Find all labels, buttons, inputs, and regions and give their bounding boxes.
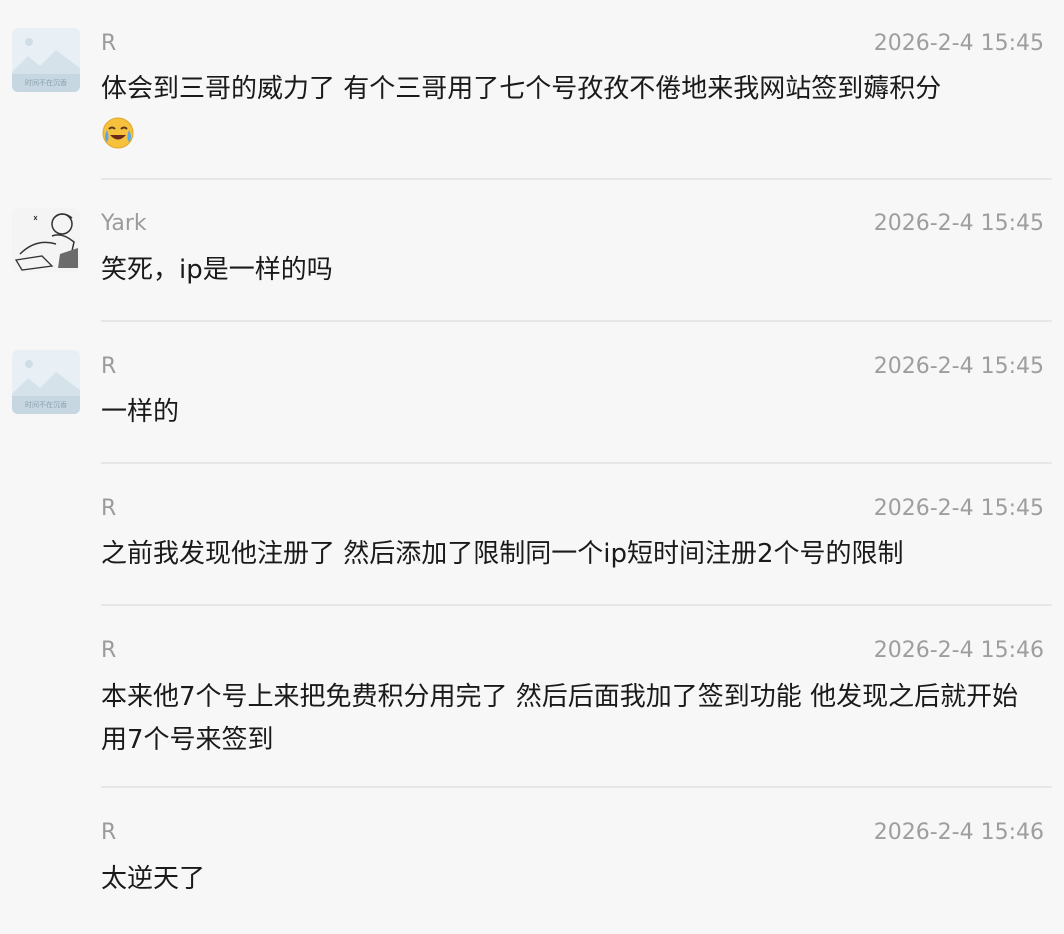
message-timestamp: 2026-2-4 15:45: [873, 354, 1044, 379]
sender-name: R: [101, 31, 117, 56]
avatar[interactable]: [12, 208, 80, 272]
message-timestamp: 2026-2-4 15:45: [873, 211, 1044, 236]
avatar[interactable]: 时间不在沉香: [12, 350, 80, 414]
message-body: 体会到三哥的威力了 有个三哥用了七个号孜孜不倦地来我网站签到薅积分: [101, 74, 942, 104]
message-timestamp: 2026-2-4 15:45: [873, 31, 1044, 56]
avatar-caption: 时间不在沉香: [25, 400, 67, 409]
avatar-caption: 时间不在沉香: [25, 78, 67, 87]
message-timestamp: 2026-2-4 15:46: [873, 820, 1044, 845]
sender-name: R: [101, 496, 117, 521]
landscape-placeholder-icon: 时间不在沉香: [12, 350, 80, 414]
message-item: R 2026-2-4 15:45 之前我发现他注册了 然后添加了限制同一个ip短…: [0, 464, 1064, 606]
message-item: Yark 2026-2-4 15:45 笑死，ip是一样的吗: [0, 180, 1064, 322]
sketch-character-avatar-icon: [12, 208, 80, 272]
message-text: 太逆天了: [101, 864, 206, 894]
sender-name: Yark: [101, 211, 147, 236]
landscape-placeholder-icon: 时间不在沉香: [12, 28, 80, 92]
sender-name: R: [101, 638, 117, 663]
message-item: R 2026-2-4 15:46 太逆天了: [0, 788, 1064, 934]
message-text: 本来他7个号上来把免费积分用完了 然后后面我加了签到功能 他发现之后就开始用7个…: [101, 682, 1019, 755]
message-item: 时间不在沉香 R 2026-2-4 15:45 体会到三哥的威力了 有个三哥用了…: [0, 0, 1064, 180]
chat-message-list: 时间不在沉香 R 2026-2-4 15:45 体会到三哥的威力了 有个三哥用了…: [0, 0, 1064, 934]
message-text: 一样的: [101, 397, 180, 427]
message-timestamp: 2026-2-4 15:45: [873, 496, 1044, 521]
message-item: 时间不在沉香 R 2026-2-4 15:45 一样的: [0, 322, 1064, 464]
message-timestamp: 2026-2-4 15:46: [873, 638, 1044, 663]
message-item: R 2026-2-4 15:46 本来他7个号上来把免费积分用完了 然后后面我加…: [0, 606, 1064, 788]
loudly-crying-laughing-emoji-icon: [101, 116, 135, 150]
sender-name: R: [101, 820, 117, 845]
sender-name: R: [101, 354, 117, 379]
message-text: 之前我发现他注册了 然后添加了限制同一个ip短时间注册2个号的限制: [101, 539, 904, 569]
message-text: 笑死，ip是一样的吗: [101, 255, 333, 285]
message-text: 体会到三哥的威力了 有个三哥用了七个号孜孜不倦地来我网站签到薅积分: [101, 68, 1031, 154]
avatar[interactable]: 时间不在沉香: [12, 28, 80, 92]
